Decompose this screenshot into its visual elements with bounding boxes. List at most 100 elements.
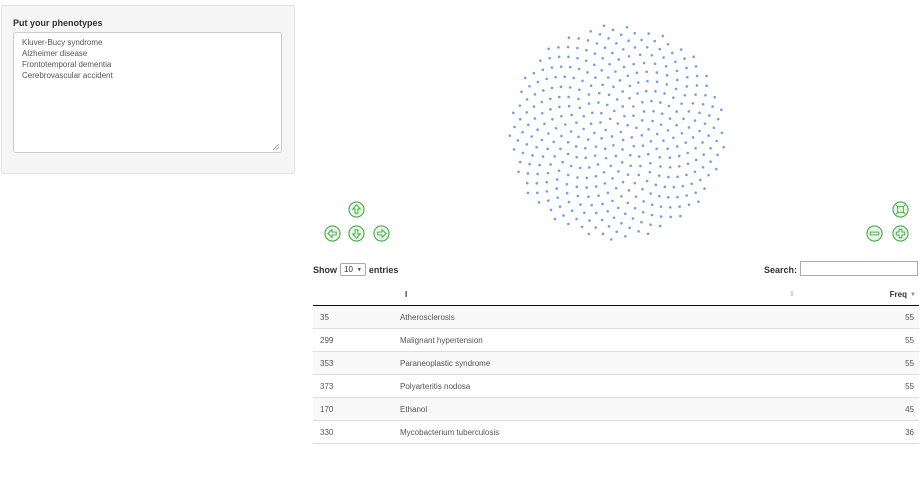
network-node[interactable] xyxy=(554,126,558,130)
network-node[interactable] xyxy=(615,42,618,45)
network-node[interactable] xyxy=(606,76,610,79)
network-node[interactable] xyxy=(713,95,717,99)
network-node[interactable] xyxy=(530,135,533,138)
network-node[interactable] xyxy=(594,76,597,79)
network-node[interactable] xyxy=(594,174,598,178)
network-node[interactable] xyxy=(572,76,575,80)
network-node[interactable] xyxy=(607,37,610,40)
network-node[interactable] xyxy=(666,42,670,46)
network-node[interactable] xyxy=(646,152,650,156)
network-node[interactable] xyxy=(566,173,570,177)
network-node[interactable] xyxy=(569,164,573,168)
network-node[interactable] xyxy=(615,230,619,234)
network-node[interactable] xyxy=(610,135,614,138)
network-node[interactable] xyxy=(546,171,550,175)
network-node[interactable] xyxy=(547,47,550,51)
network-node[interactable] xyxy=(603,46,607,50)
network-node[interactable] xyxy=(646,79,649,83)
network-node[interactable] xyxy=(593,52,597,55)
network-node[interactable] xyxy=(694,65,698,68)
network-node[interactable] xyxy=(593,154,597,157)
entries-select[interactable]: 10 ▼ xyxy=(340,263,366,276)
network-node[interactable] xyxy=(707,173,710,177)
network-node[interactable] xyxy=(545,77,548,81)
network-node[interactable] xyxy=(518,160,522,164)
network-node[interactable] xyxy=(659,165,662,168)
network-node[interactable] xyxy=(655,71,659,74)
network-node[interactable] xyxy=(588,219,591,222)
network-node[interactable] xyxy=(704,93,707,97)
network-node[interactable] xyxy=(547,199,550,202)
network-node[interactable] xyxy=(578,166,582,170)
network-node[interactable] xyxy=(537,201,541,204)
network-node[interactable] xyxy=(614,154,618,158)
network-node[interactable] xyxy=(533,117,537,120)
network-node[interactable] xyxy=(543,122,546,126)
network-node[interactable] xyxy=(567,95,570,99)
network-node[interactable] xyxy=(512,148,516,151)
network-node[interactable] xyxy=(658,156,661,159)
network-node[interactable] xyxy=(549,163,552,166)
network-node[interactable] xyxy=(612,216,616,220)
network-node[interactable] xyxy=(557,95,561,99)
network-node[interactable] xyxy=(632,114,635,117)
network-node[interactable] xyxy=(528,162,531,166)
network-node[interactable] xyxy=(672,185,676,189)
table-row[interactable]: 330 Mycobacterium tuberculosis 36 xyxy=(313,421,919,444)
network-node[interactable] xyxy=(619,130,623,134)
network-node[interactable] xyxy=(664,65,668,68)
network-node[interactable] xyxy=(645,45,649,49)
network-node[interactable] xyxy=(517,170,520,174)
table-row[interactable]: 373 Polyarteritis nodosa 55 xyxy=(313,375,919,398)
network-node[interactable] xyxy=(720,131,724,135)
network-node[interactable] xyxy=(638,53,642,57)
network-node[interactable] xyxy=(623,114,626,118)
search-input[interactable] xyxy=(800,261,918,276)
network-node[interactable] xyxy=(620,161,624,164)
network-node[interactable] xyxy=(680,102,683,105)
network-node[interactable] xyxy=(606,191,610,195)
network-node[interactable] xyxy=(576,176,579,179)
network-node[interactable] xyxy=(716,153,719,157)
network-node[interactable] xyxy=(694,146,697,150)
network-node[interactable] xyxy=(694,158,698,162)
network-node[interactable] xyxy=(567,222,570,226)
network-node[interactable] xyxy=(627,55,631,58)
network-node[interactable] xyxy=(577,97,580,101)
network-node[interactable] xyxy=(649,161,652,165)
network-node[interactable] xyxy=(684,141,687,144)
network-node[interactable] xyxy=(693,170,697,174)
network-node[interactable] xyxy=(626,173,630,176)
network-node[interactable] xyxy=(569,130,573,133)
network-node[interactable] xyxy=(680,131,684,135)
network-node[interactable] xyxy=(511,111,515,115)
network-node[interactable] xyxy=(575,217,578,221)
network-node[interactable] xyxy=(532,105,536,108)
network-node[interactable] xyxy=(600,218,604,222)
network-node[interactable] xyxy=(568,65,572,69)
network-node[interactable] xyxy=(605,103,609,107)
network-node[interactable] xyxy=(565,191,569,195)
phenotype-textarea[interactable]: Kluver-Bucy syndrome Alzheimer disease F… xyxy=(13,32,282,153)
network-node[interactable] xyxy=(707,114,711,117)
network-node[interactable] xyxy=(609,164,613,168)
network-node[interactable] xyxy=(617,170,620,173)
network-node[interactable] xyxy=(594,145,598,148)
nav-left-button[interactable] xyxy=(324,225,341,242)
network-node[interactable] xyxy=(585,48,588,52)
nav-right-button[interactable] xyxy=(373,225,390,242)
network-node[interactable] xyxy=(614,70,617,73)
network-node[interactable] xyxy=(632,144,636,148)
network-node[interactable] xyxy=(595,42,599,45)
network-node[interactable] xyxy=(559,85,563,89)
network-node[interactable] xyxy=(695,74,699,78)
network-node[interactable] xyxy=(600,137,603,140)
network-node[interactable] xyxy=(640,134,644,137)
network-node[interactable] xyxy=(536,128,539,131)
network-node[interactable] xyxy=(645,70,648,74)
network-node[interactable] xyxy=(614,186,618,190)
network-node[interactable] xyxy=(541,89,545,92)
network-node[interactable] xyxy=(668,206,672,209)
network-node[interactable] xyxy=(576,46,579,50)
network-node[interactable] xyxy=(612,109,616,113)
